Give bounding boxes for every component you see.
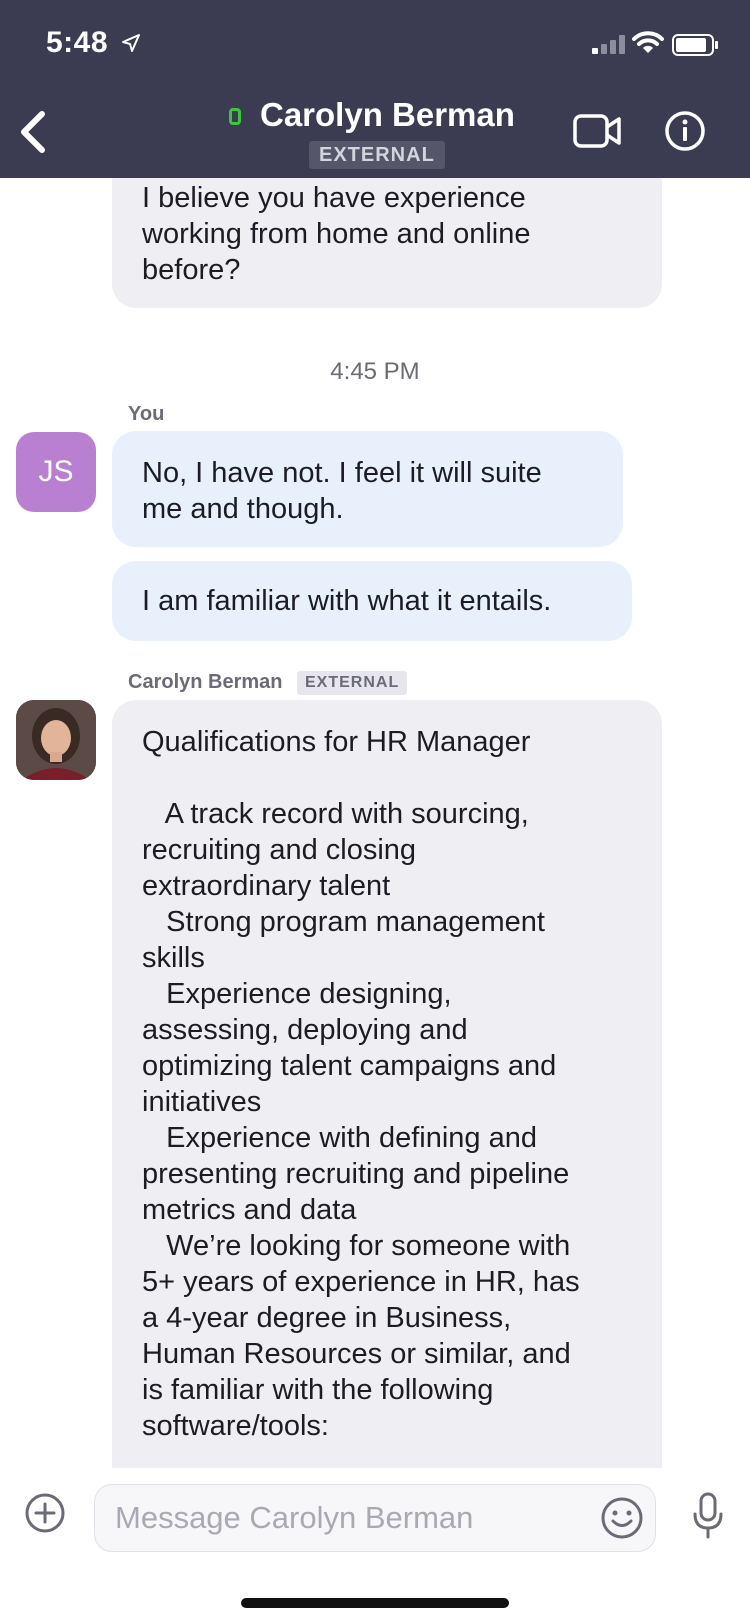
message-line: working from home and online [142, 218, 531, 250]
sender-name: Carolyn Berman [128, 671, 283, 693]
message-line: Experience designing, [142, 978, 452, 1010]
message-bubble[interactable]: I am familiar with what it entails. [112, 561, 632, 641]
message-bubble[interactable]: Qualifications for HR Manager A track re… [112, 700, 662, 1480]
message-line: No, I have not. I feel it will suite [142, 457, 542, 489]
chat-title[interactable]: Carolyn Berman [260, 96, 515, 134]
message-line: Qualifications for HR Manager [142, 726, 531, 758]
external-badge: EXTERNAL [297, 671, 408, 695]
message-composer [0, 1468, 750, 1624]
avatar[interactable] [16, 700, 96, 780]
message-line: skills [142, 942, 205, 974]
message-line: Strong program management [142, 906, 545, 938]
message-line: extraordinary talent [142, 870, 391, 902]
back-chevron-icon[interactable] [14, 108, 54, 156]
message-line: We’re looking for someone with [142, 1230, 571, 1262]
message-line: I believe you have experience [142, 182, 526, 214]
profile-photo-icon [16, 700, 96, 780]
message-line: before? [142, 254, 241, 286]
video-camera-icon[interactable] [573, 114, 623, 148]
message-line: Experience with defining and [142, 1122, 537, 1154]
message-line: I am familiar with what it entails. [142, 585, 552, 617]
chat-header: 5:48 Carolyn Berman EXTERNAL [0, 0, 750, 178]
message-line: A track record with sourcing, [142, 798, 529, 830]
status-time: 5:48 [46, 26, 109, 59]
message-line: optimizing talent campaigns and [142, 1050, 557, 1082]
message-line: presenting recruiting and pipeline [142, 1158, 570, 1190]
time-separator: 4:45 PM [330, 358, 420, 385]
message-bubble[interactable]: No, I have not. I feel it will suite me … [112, 431, 623, 547]
message-line: Human Resources or similar, and [142, 1338, 571, 1370]
battery-icon [672, 34, 718, 56]
external-badge: EXTERNAL [309, 141, 445, 169]
message-line: software/tools: [142, 1410, 329, 1442]
message-line: is familiar with the following [142, 1374, 494, 1406]
microphone-icon[interactable] [692, 1492, 724, 1540]
message-line: 5+ years of experience in HR, has [142, 1266, 580, 1298]
cellular-signal-icon [592, 35, 625, 54]
sender-name: You [128, 403, 165, 425]
message-line: a 4-year degree in Business, [142, 1302, 512, 1334]
presence-indicator [229, 108, 241, 125]
smiley-icon[interactable] [600, 1496, 644, 1540]
plus-circle-icon[interactable] [24, 1492, 66, 1534]
message-input[interactable] [94, 1484, 656, 1552]
info-icon[interactable] [664, 110, 706, 152]
message-line: me and though. [142, 493, 344, 525]
location-arrow-icon [122, 34, 140, 52]
message-line: initiatives [142, 1086, 262, 1118]
wifi-icon [632, 31, 664, 53]
avatar[interactable]: JS [16, 432, 96, 512]
message-line: recruiting and closing [142, 834, 417, 866]
home-indicator [241, 1598, 509, 1608]
message-line: assessing, deploying and [142, 1014, 468, 1046]
message-line: metrics and data [142, 1194, 357, 1226]
